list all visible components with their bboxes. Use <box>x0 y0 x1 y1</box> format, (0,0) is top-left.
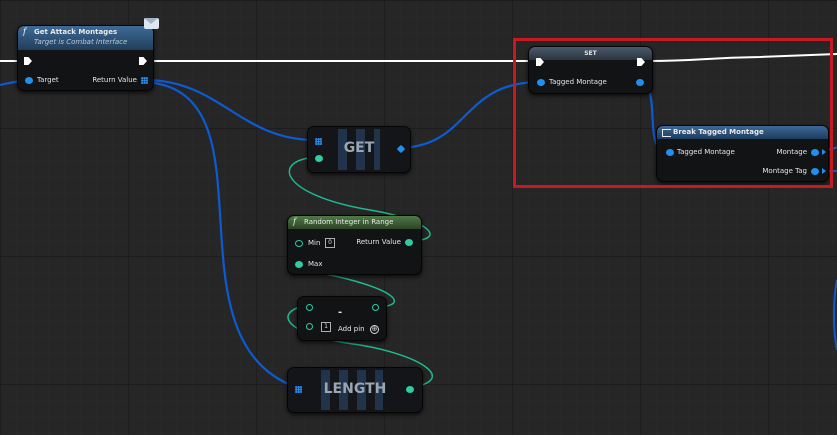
array-pin-icon[interactable] <box>141 77 148 84</box>
index-in-pin[interactable] <box>315 155 323 162</box>
result-out-pin[interactable] <box>372 304 379 311</box>
blueprint-graph-canvas[interactable]: f Get Attack Montages Target is Combat I… <box>0 0 837 435</box>
array-in-pin[interactable] <box>315 138 322 145</box>
operator-label: - <box>338 307 343 318</box>
min-value-field[interactable]: 0 <box>325 238 335 248</box>
get-attack-montages-node[interactable]: f Get Attack Montages Target is Combat I… <box>17 18 159 91</box>
exec-in-pin[interactable] <box>24 57 32 65</box>
min-pin[interactable] <box>295 240 303 247</box>
node-title: Random Integer in Range <box>304 218 394 226</box>
function-icon: f <box>23 27 26 36</box>
length-out-pin[interactable] <box>406 386 414 393</box>
random-integer-in-range-node[interactable]: f Random Integer in Range Min 0 Return V… <box>287 215 422 275</box>
node-title: Get Attack Montages <box>34 28 118 36</box>
target-pin-label: Target <box>37 76 59 84</box>
message-envelope-icon <box>144 18 159 29</box>
max-label: Max <box>308 260 323 268</box>
return-value-pin[interactable] <box>405 239 413 246</box>
subtract-node[interactable]: - 1 Add pin ⊕ <box>297 296 387 341</box>
highlight-rectangle <box>513 38 833 188</box>
max-pin[interactable] <box>295 261 303 268</box>
b-in-pin[interactable] <box>306 323 313 330</box>
exec-out-pin[interactable] <box>139 57 147 65</box>
target-pin[interactable] <box>25 77 33 84</box>
add-pin-icon[interactable]: ⊕ <box>370 325 379 334</box>
node-subtitle: Target is Combat Interface <box>34 38 128 46</box>
min-label: Min <box>308 239 321 247</box>
a-in-pin[interactable] <box>306 304 313 311</box>
node-label: LENGTH <box>323 381 387 397</box>
return-value-pin-label: Return Value <box>92 76 137 84</box>
array-get-node[interactable]: GET <box>307 126 411 173</box>
node-label: GET <box>343 140 375 156</box>
return-value-label: Return Value <box>356 238 401 246</box>
function-icon: f <box>293 217 296 226</box>
array-length-node[interactable]: LENGTH <box>287 367 423 413</box>
array-in-pin[interactable] <box>295 386 302 393</box>
b-value-field[interactable]: 1 <box>321 322 331 332</box>
add-pin-label[interactable]: Add pin <box>338 325 365 333</box>
